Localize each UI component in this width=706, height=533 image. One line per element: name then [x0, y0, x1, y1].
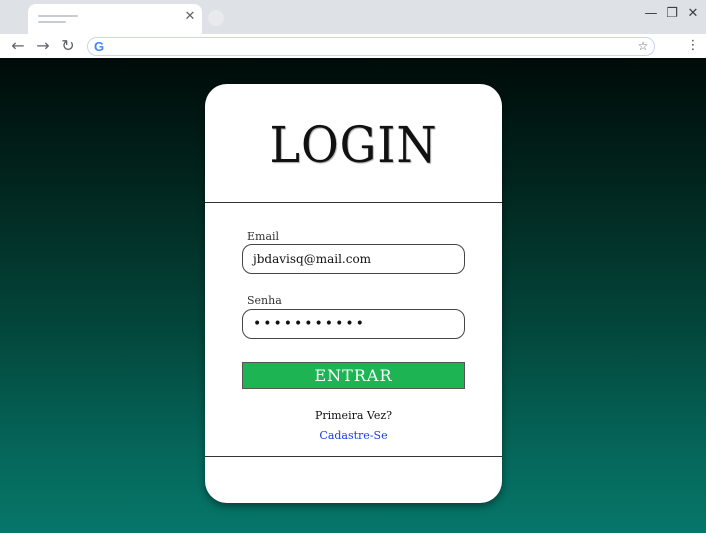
login-card: LOGIN Email jbdavisq@mail.com Senha ••••… — [205, 84, 502, 503]
first-time-text: Primeira Vez? — [314, 409, 393, 422]
tab-title-placeholder — [38, 15, 78, 17]
password-label: Senha — [247, 294, 282, 307]
address-bar[interactable]: G ☆ — [87, 37, 655, 56]
password-field[interactable]: ••••••••••• — [242, 309, 465, 339]
browser-menu-icon[interactable]: ⋮ — [685, 38, 701, 54]
back-arrow-icon[interactable]: ← — [8, 36, 28, 56]
window-close-icon[interactable]: ✕ — [685, 6, 701, 22]
maximize-icon[interactable]: ❐ — [664, 6, 680, 22]
signup-link[interactable]: Cadastre-Se — [205, 428, 502, 444]
browser-chrome: ✕ — ❐ ✕ ← → ↻ G ☆ ⋮ — [0, 0, 706, 58]
header-divider — [205, 202, 502, 203]
tab-bar: ✕ — ❐ ✕ — [0, 0, 706, 34]
forward-arrow-icon[interactable]: → — [33, 36, 53, 56]
footer-divider — [205, 456, 502, 457]
bookmark-star-icon[interactable]: ☆ — [636, 38, 650, 55]
minimize-icon[interactable]: — — [643, 6, 659, 22]
tab-subtitle-placeholder — [38, 21, 66, 23]
reload-icon[interactable]: ↻ — [58, 36, 78, 56]
browser-toolbar: ← → ↻ G ☆ ⋮ — [0, 34, 706, 58]
email-label: Email — [247, 230, 280, 243]
new-tab-button[interactable] — [208, 10, 224, 26]
login-title: LOGIN — [269, 116, 438, 174]
page-background: LOGIN Email jbdavisq@mail.com Senha ••••… — [0, 58, 706, 533]
enter-button[interactable]: ENTRAR — [242, 362, 465, 389]
email-field[interactable]: jbdavisq@mail.com — [242, 244, 465, 274]
tab-close-icon[interactable]: ✕ — [182, 9, 198, 25]
google-icon: G — [94, 39, 105, 54]
browser-tab[interactable]: ✕ — [28, 4, 202, 34]
